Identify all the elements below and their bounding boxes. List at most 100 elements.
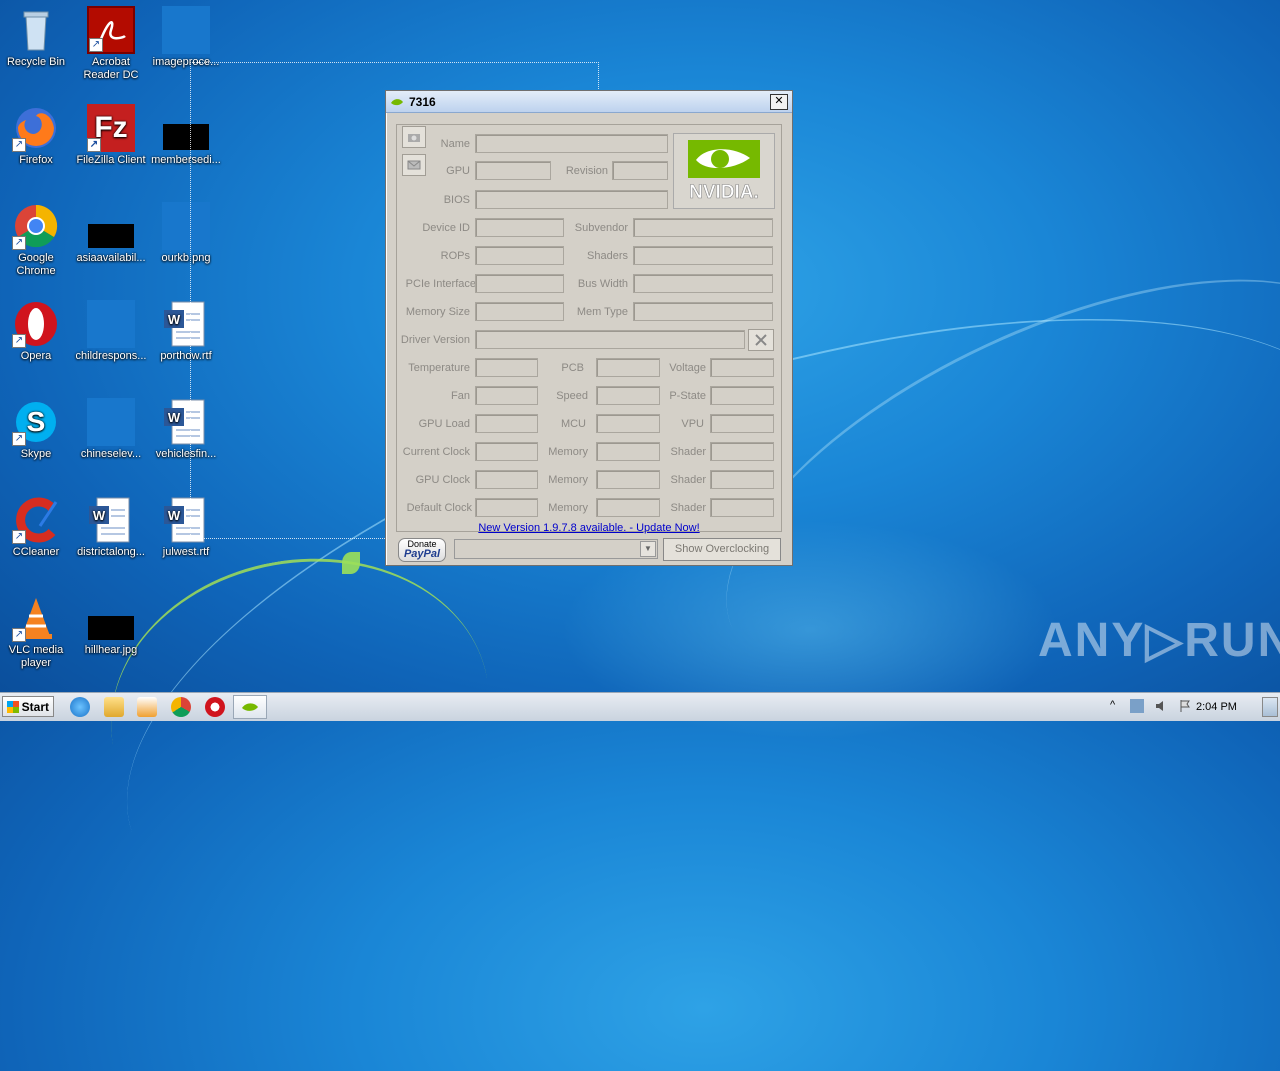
label-default-clock: Default Clock <box>406 502 472 514</box>
file-thumbnail-icon <box>162 6 210 54</box>
label-fan: Fan <box>451 390 470 402</box>
fan-field <box>475 386 538 405</box>
word-document-icon: W <box>162 496 210 544</box>
update-link[interactable]: New Version 1.9.7.8 available. - Update … <box>386 522 792 534</box>
volume-icon[interactable] <box>1154 699 1168 713</box>
desktop-icon-recycle-bin[interactable]: Recycle Bin <box>0 6 76 69</box>
recycle-bin-icon <box>12 6 60 54</box>
desktop-icon-ourkb[interactable]: ourkb.png <box>146 202 226 265</box>
word-document-icon: W <box>162 300 210 348</box>
desktop-icon-ccleaner[interactable]: ↗ CCleaner <box>0 496 76 559</box>
memory-current-field <box>596 442 660 461</box>
show-overclocking-button[interactable]: Show Overclocking <box>663 538 781 561</box>
device-id-field <box>475 218 564 237</box>
desktop-icon-filezilla[interactable]: Fz ↗ FileZilla Client <box>71 104 151 167</box>
desktop-icon-districtalong[interactable]: W districtalong... <box>71 496 151 559</box>
label-speed: Speed <box>556 390 588 402</box>
desktop-icon-firefox[interactable]: ↗ Firefox <box>0 104 76 167</box>
vpu-field <box>710 414 774 433</box>
gpu-app-taskbar-button[interactable] <box>233 695 267 719</box>
leaf-decoration <box>342 552 360 574</box>
desktop-icon-julwest[interactable]: W julwest.rtf <box>146 496 226 559</box>
start-button[interactable]: Start <box>2 696 54 717</box>
revision-field <box>612 161 668 180</box>
memory-size-field <box>475 302 564 321</box>
label-voltage: Voltage <box>669 362 706 374</box>
gpu-info-window[interactable]: 7316 ✕ NVIDIA. Name GPU Revision BIOS De… <box>385 90 793 566</box>
icon-label: Acrobat Reader DC <box>83 56 139 81</box>
shaders-field <box>633 246 773 265</box>
icon-label: chineselev... <box>80 448 142 460</box>
icon-label: asiaavailabil... <box>76 252 146 264</box>
paypal-donate-button[interactable]: Donate PayPal <box>398 538 446 562</box>
gpu-select-dropdown[interactable]: ▼ <box>454 539 658 559</box>
label-revision: Revision <box>565 165 608 177</box>
icon-label: julwest.rtf <box>162 546 210 558</box>
driver-tools-button[interactable] <box>748 329 774 351</box>
chrome-taskbar-icon[interactable] <box>171 697 191 717</box>
rops-field <box>475 246 564 265</box>
icon-label: imageproce... <box>152 56 220 68</box>
label-driver-version: Driver Version <box>400 334 470 346</box>
desktop-icon-imageproce[interactable]: imageproce... <box>146 6 226 69</box>
media-player-icon[interactable] <box>137 697 157 717</box>
filezilla-icon: Fz ↗ <box>87 104 135 152</box>
show-hidden-icons-button[interactable]: ^ <box>1110 699 1115 711</box>
icon-label: Firefox <box>19 154 53 166</box>
action-center-flag-icon[interactable] <box>1178 699 1192 713</box>
desktop-icon-chrome[interactable]: ↗ Google Chrome <box>0 202 76 278</box>
chevron-down-icon[interactable]: ▼ <box>640 541 656 557</box>
shader-current-field <box>710 442 774 461</box>
acrobat-icon: ↗ <box>87 6 135 54</box>
mcu-field <box>596 414 660 433</box>
desktop-icon-asiaavailabil[interactable]: asiaavailabil... <box>71 202 151 265</box>
icon-label: districtalong... <box>77 546 145 558</box>
desktop-icon-vlc[interactable]: ↗ VLC media player <box>0 594 76 670</box>
label-pcie: PCIe Interface <box>405 278 476 290</box>
nvidia-eye-icon <box>242 703 258 711</box>
label-bus-width: Bus Width <box>577 278 628 290</box>
desktop-icon-hillhear[interactable]: hillhear.jpg <box>71 594 151 657</box>
desktop-icon-chineselev[interactable]: chineselev... <box>71 398 151 461</box>
icon-label: childrespons... <box>75 350 147 362</box>
nvidia-wordmark: NVIDIA. <box>689 182 759 203</box>
tools-icon <box>755 334 767 346</box>
file-thumbnail-icon <box>87 398 135 446</box>
desktop-icon-skype[interactable]: S ↗ Skype <box>0 398 76 461</box>
name-field <box>475 134 668 153</box>
desktop-icon-porthow[interactable]: W porthow.rtf <box>146 300 226 363</box>
close-button[interactable]: ✕ <box>770 93 788 110</box>
svg-text:S: S <box>27 406 46 437</box>
taskbar: Start ^ 2:04 PM <box>0 692 1280 721</box>
show-desktop-button[interactable] <box>1262 697 1278 717</box>
desktop-icon-membersedi[interactable]: membersedi... <box>146 104 226 167</box>
anyrun-watermark: ANY▷RUN <box>1038 614 1280 667</box>
file-explorer-icon[interactable] <box>104 697 124 717</box>
label-memory-gpu: Memory <box>548 474 588 486</box>
internet-explorer-icon[interactable] <box>70 697 90 717</box>
nvidia-eye-icon <box>391 98 403 105</box>
gpu-clock-field <box>475 470 538 489</box>
desktop-icon-acrobat[interactable]: ↗ Acrobat Reader DC <box>71 6 151 82</box>
label-current-clock: Current Clock <box>402 446 470 458</box>
word-document-icon: W <box>162 398 210 446</box>
start-label: Start <box>21 700 49 714</box>
shader-gpu-field <box>710 470 774 489</box>
taskbar-clock[interactable]: 2:04 PM <box>1196 701 1237 713</box>
file-thumbnail-icon <box>162 104 210 152</box>
icon-label: ourkb.png <box>161 252 211 264</box>
opera-taskbar-icon[interactable] <box>205 697 225 717</box>
desktop-icon-vehiclesfin[interactable]: W vehiclesfin... <box>146 398 226 461</box>
temperature-field <box>475 358 538 377</box>
bus-width-field <box>633 274 773 293</box>
window-titlebar[interactable]: 7316 ✕ <box>386 91 792 113</box>
svg-text:W: W <box>168 312 181 327</box>
label-subvendor: Subvendor <box>574 222 628 234</box>
desktop-icon-opera[interactable]: ↗ Opera <box>0 300 76 363</box>
label-mcu: MCU <box>560 418 586 430</box>
memory-default-field <box>596 498 660 517</box>
opera-icon: ↗ <box>12 300 60 348</box>
desktop-icon-childrespons[interactable]: childrespons... <box>71 300 151 363</box>
bios-field <box>475 190 668 209</box>
network-icon[interactable] <box>1130 699 1144 713</box>
